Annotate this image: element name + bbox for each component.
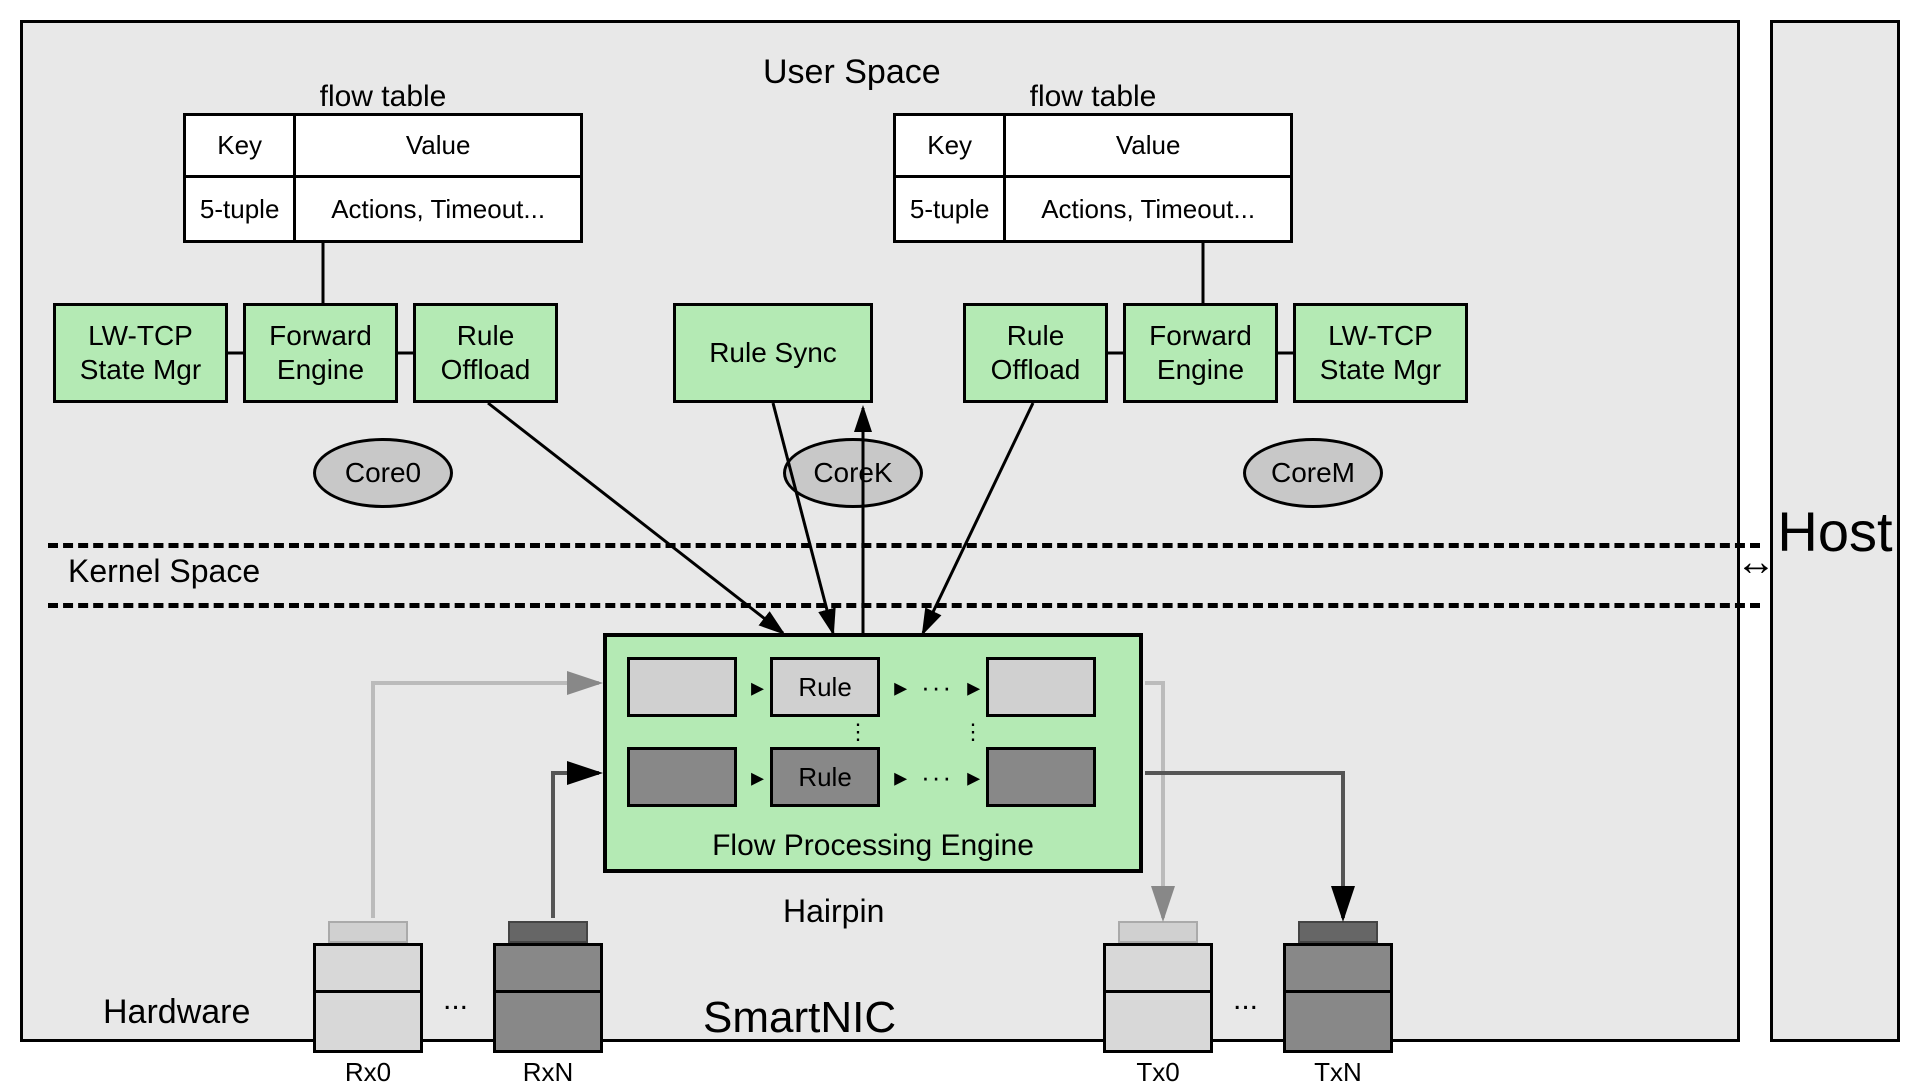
lwtcp-state-mgr-right: LW-TCP State Mgr (1293, 303, 1468, 403)
port-head-icon (1298, 921, 1378, 943)
host-label: Host (1777, 499, 1892, 564)
port-head-icon (328, 921, 408, 943)
port-block (493, 993, 603, 1053)
forward-engine-right: Forward Engine (1123, 303, 1278, 403)
ellipsis-icon: ··· (921, 672, 953, 703)
port-block (1283, 993, 1393, 1053)
port-block (1103, 993, 1213, 1053)
pipeline-stage (627, 747, 737, 807)
flow-table-key: 5-tuple (896, 178, 1006, 240)
pipeline-rule-stage: Rule (770, 747, 880, 807)
flow-table-header-key: Key (896, 116, 1006, 175)
tx0-port: Tx0 (1103, 943, 1213, 1088)
rxn-port: RxN (493, 943, 603, 1088)
kernel-boundary-bottom (48, 603, 1760, 608)
forward-engine-left: Forward Engine (243, 303, 398, 403)
port-block (493, 943, 603, 993)
arrow-icon: ▸ (894, 762, 907, 793)
rule-offload-right: Rule Offload (963, 303, 1108, 403)
pipeline-rule-stage: Rule (770, 657, 880, 717)
rx0-port: Rx0 (313, 943, 423, 1088)
port-head-icon (1118, 921, 1198, 943)
table-row: 5-tuple Actions, Timeout... (896, 178, 1290, 240)
smartnic-label: SmartNIC (703, 993, 896, 1043)
flow-engine-label: Flow Processing Engine (607, 829, 1139, 863)
port-block (1103, 943, 1213, 993)
txn-port: TxN (1283, 943, 1393, 1088)
corek-ellipse: CoreK (783, 438, 923, 508)
pipeline-stage (986, 747, 1096, 807)
corem-ellipse: CoreM (1243, 438, 1383, 508)
port-block (1283, 943, 1393, 993)
kernel-boundary-top (48, 543, 1760, 548)
smartnic-container: User Space flow table Key Value 5-tuple … (20, 20, 1740, 1042)
flow-table-key: 5-tuple (186, 178, 296, 240)
arrow-icon: ▸ (894, 672, 907, 703)
flow-pipeline-row-light: ▸ Rule ▸ ··· ▸ (627, 657, 1104, 717)
arrow-icon: ▸ (751, 762, 764, 793)
flow-table-header-value: Value (1006, 116, 1290, 175)
ellipsis-icon: ··· (921, 762, 953, 793)
port-head-icon (508, 921, 588, 943)
arrow-icon: ▸ (751, 672, 764, 703)
lwtcp-state-mgr-left: LW-TCP State Mgr (53, 303, 228, 403)
port-block (313, 993, 423, 1053)
bidirectional-arrow-icon: ↔ (1736, 540, 1776, 585)
flow-pipeline-row-dark: ▸ Rule ▸ ··· ▸ (627, 747, 1104, 807)
pipeline-stage (986, 657, 1096, 717)
hardware-label: Hardware (103, 993, 250, 1032)
rule-offload-left: Rule Offload (413, 303, 558, 403)
rule-sync: Rule Sync (673, 303, 873, 403)
vertical-dots-icon: ⋮ (847, 719, 869, 745)
hairpin-label: Hairpin (783, 893, 884, 930)
flow-table-right: flow table Key Value 5-tuple Actions, Ti… (893, 113, 1293, 243)
port-block (313, 943, 423, 993)
diagram-canvas: User Space flow table Key Value 5-tuple … (0, 0, 1920, 1062)
flow-table-title: flow table (186, 80, 580, 114)
table-row: Key Value (896, 116, 1290, 178)
flow-table-title: flow table (896, 80, 1290, 114)
ellipsis-icon: ... (1233, 983, 1258, 1017)
kernel-space-label: Kernel Space (68, 553, 260, 590)
table-row: 5-tuple Actions, Timeout... (186, 178, 580, 240)
pipeline-stage (627, 657, 737, 717)
arrow-icon: ▸ (967, 762, 980, 793)
flow-table-header-value: Value (296, 116, 580, 175)
arrow-icon: ▸ (967, 672, 980, 703)
flow-table-left: flow table Key Value 5-tuple Actions, Ti… (183, 113, 583, 243)
flow-processing-engine: ▸ Rule ▸ ··· ▸ ▸ Rule ▸ ··· ▸ ⋮ ⋮ Flow P… (603, 633, 1143, 873)
flow-table-value: Actions, Timeout... (296, 178, 580, 240)
flow-table-header-key: Key (186, 116, 296, 175)
table-row: Key Value (186, 116, 580, 178)
ellipsis-icon: ... (443, 983, 468, 1017)
host-box: Host (1770, 20, 1900, 1042)
vertical-dots-icon: ⋮ (962, 719, 984, 745)
core0-ellipse: Core0 (313, 438, 453, 508)
flow-table-value: Actions, Timeout... (1006, 178, 1290, 240)
